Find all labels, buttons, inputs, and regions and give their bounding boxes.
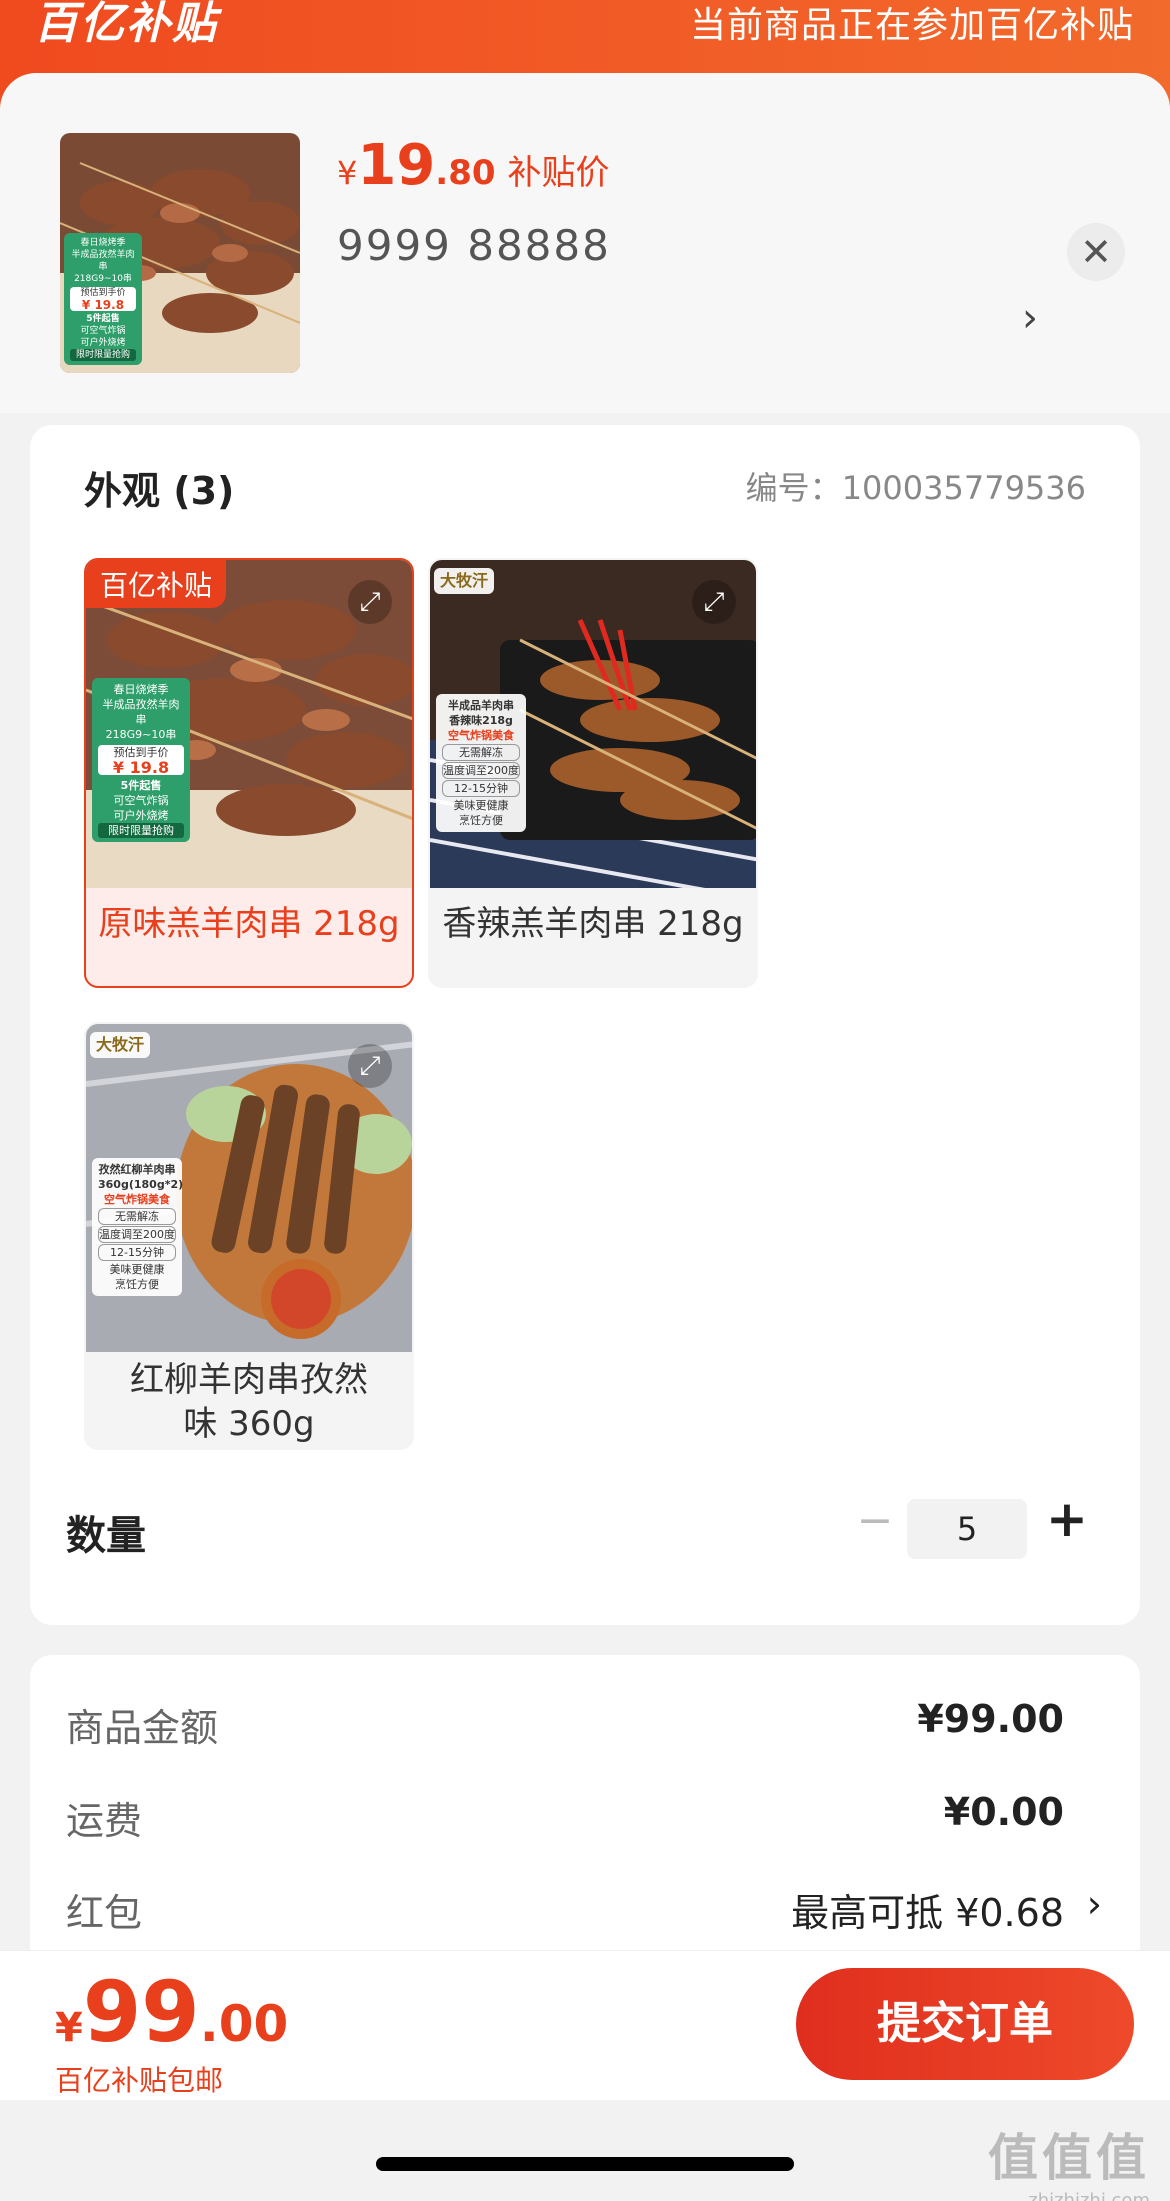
total-price: ¥99.00 (55, 1963, 288, 2061)
card-line: 温度调至200度 (98, 1226, 176, 1243)
shipping-value: ¥0.00 (943, 1790, 1064, 1834)
watermark-url: zhizhizhi.com (1028, 2190, 1150, 2201)
brand-logo: 百亿补贴 (34, 0, 218, 49)
card-line: 可空气炸锅 (113, 794, 169, 807)
item-number-label: 编号： (745, 469, 842, 507)
item-number-value: 100035779536 (841, 469, 1086, 507)
shipping-label: 运费 (66, 1799, 143, 1843)
expand-icon[interactable]: ⤢ (692, 580, 736, 624)
free-shipping-note: 百亿补贴包邮 (55, 2064, 224, 2097)
total-currency: ¥ (55, 2005, 83, 2051)
card-line: 美味更健康 (453, 799, 509, 812)
total-dec: .00 (199, 1995, 289, 2053)
expand-icon[interactable]: ⤢ (348, 580, 392, 624)
option-name: 原味羔羊肉串 218g (98, 904, 400, 944)
brand-logo: 大牧汗 (434, 568, 495, 594)
submit-order-button[interactable]: 提交订单 (796, 1968, 1134, 2080)
red-packet-label: 红包 (66, 1891, 143, 1935)
goods-amount-value: ¥99.00 (917, 1697, 1064, 1741)
card-line: 春日烧烤季 (113, 683, 169, 696)
card-line: 无需解冻 (442, 744, 520, 761)
option-spicy[interactable]: 大牧汗 ⤢ 半成品羊肉串 香辣味218g 空气炸锅美食 无需解冻 温度调至200… (428, 558, 758, 988)
card-line: 360g(180g*2) (98, 1178, 184, 1191)
thumb-promo: 限时限量抢购 (70, 349, 136, 361)
option-name: 红柳羊肉串孜然味 360g (130, 1360, 368, 1444)
card-line: 半成品羊肉串 (448, 699, 514, 712)
product-thumbnail[interactable]: 春日烧烤季 半成品孜然羊肉串 218G9~10串 预估到手价 ¥ 19.8 5件… (60, 133, 300, 373)
minus-button[interactable]: − (845, 1491, 905, 1551)
plus-button[interactable]: + (1037, 1489, 1097, 1549)
option-red-willow[interactable]: 大牧汗 ⤢ 孜然红柳羊肉串 360g(180g*2) 空气炸锅美食 无需解冻 温… (84, 1022, 414, 1450)
subsidy-price: ¥19.80 补贴价 (337, 133, 610, 198)
card-line: 孜然红柳羊肉串 (98, 1163, 176, 1176)
quantity-label: 数量 (66, 1513, 146, 1559)
card-line: 香辣味218g (449, 714, 513, 727)
goods-amount-label: 商品金额 (66, 1706, 219, 1750)
card-line: 空气炸锅美食 (104, 1193, 170, 1206)
section-title: 外观 (3) (84, 469, 235, 513)
quantity-input[interactable]: 5 (907, 1499, 1027, 1559)
chevron-right-icon[interactable]: › (1022, 295, 1038, 341)
goods-amount-row: 商品金额 ¥99.00 (66, 1697, 1106, 1757)
option-image: 大牧汗 ⤢ 孜然红柳羊肉串 360g(180g*2) 空气炸锅美食 无需解冻 温… (86, 1024, 412, 1352)
thumb-min: 5件起售 (86, 314, 120, 324)
total-int: 99 (82, 1963, 200, 2061)
home-indicator[interactable] (376, 2157, 794, 2171)
card-line: 限时限量抢购 (98, 823, 184, 838)
option-original[interactable]: 百亿补贴 ⤢ 春日烧烤季 半成品孜然羊肉串 218G9~10串 预估到手价 ¥ … (84, 558, 414, 988)
shipping-row: 运费 ¥0.00 (66, 1790, 1106, 1850)
card-line: 美味更健康 (109, 1263, 165, 1276)
product-code: 9999 88888 (337, 221, 611, 270)
site-watermark: 值值值 zhizhizhi.com (988, 2118, 1150, 2201)
thumb-line2: 半成品孜然羊肉串 (71, 250, 135, 272)
brand-logo: 大牧汗 (90, 1032, 151, 1058)
thumb-line1: 春日烧烤季 (80, 238, 126, 248)
card-line: 12-15分钟 (98, 1244, 176, 1261)
close-icon[interactable]: ✕ (1067, 223, 1125, 281)
option-name: 香辣羔羊肉串 218g (442, 904, 744, 944)
card-line: 半成品孜然羊肉串 (102, 698, 180, 726)
subsidy-badge: 百亿补贴 (86, 560, 227, 608)
card-line: 烹饪方便 (115, 1278, 159, 1291)
red-packet-value: 最高可抵 ¥0.68 (791, 1891, 1064, 1935)
chevron-right-icon[interactable]: › (1087, 1882, 1102, 1926)
watermark-logo: 值值值 (988, 2129, 1150, 2187)
item-number: 编号：100035779536 (746, 463, 1086, 509)
option-image: 大牧汗 ⤢ 半成品羊肉串 香辣味218g 空气炸锅美食 无需解冻 温度调至200… (430, 560, 756, 888)
card-line: 烹饪方便 (459, 814, 503, 827)
order-summary: 商品金额 ¥99.00 运费 ¥0.00 红包 最高可抵 ¥0.68 › (30, 1655, 1140, 1955)
checkout-bar: ¥99.00 百亿补贴包邮 提交订单 (0, 1950, 1170, 2100)
price-int: 19 (357, 133, 436, 198)
option-image: 百亿补贴 ⤢ 春日烧烤季 半成品孜然羊肉串 218G9~10串 预估到手价 ¥ … (86, 560, 412, 888)
price-currency: ¥ (337, 154, 358, 192)
thumb-line3: 218G9~10串 (74, 274, 132, 284)
expand-icon[interactable]: ⤢ (348, 1044, 392, 1088)
card-line: 12-15分钟 (442, 780, 520, 797)
card-line: 无需解冻 (98, 1208, 176, 1225)
card-line: 218G9~10串 (105, 728, 177, 741)
card-line: 可户外烧烤 (113, 809, 169, 822)
card-line: 温度调至200度 (442, 762, 520, 779)
card-line: 空气炸锅美食 (448, 729, 514, 742)
card-line: ¥ 19.8 (112, 758, 170, 777)
price-dec: .80 (435, 153, 496, 193)
thumb-feature2: 可户外烧烤 (80, 338, 126, 348)
options-card: 外观 (3) 编号：100035779536 百亿补贴 ⤢ 春日烧烤季 半成品孜… (30, 425, 1140, 1625)
thumb-feature1: 可空气炸锅 (80, 326, 126, 336)
banner-text: 当前商品正在参加百亿补贴 (689, 5, 1134, 46)
red-packet-row[interactable]: 红包 最高可抵 ¥0.68 › (66, 1882, 1106, 1942)
price-tag: 补贴价 (507, 153, 610, 193)
card-line: 5件起售 (120, 779, 162, 792)
product-header: 春日烧烤季 半成品孜然羊肉串 218G9~10串 预估到手价 ¥ 19.8 5件… (0, 73, 1170, 413)
thumb-price: ¥ 19.8 (81, 298, 125, 312)
